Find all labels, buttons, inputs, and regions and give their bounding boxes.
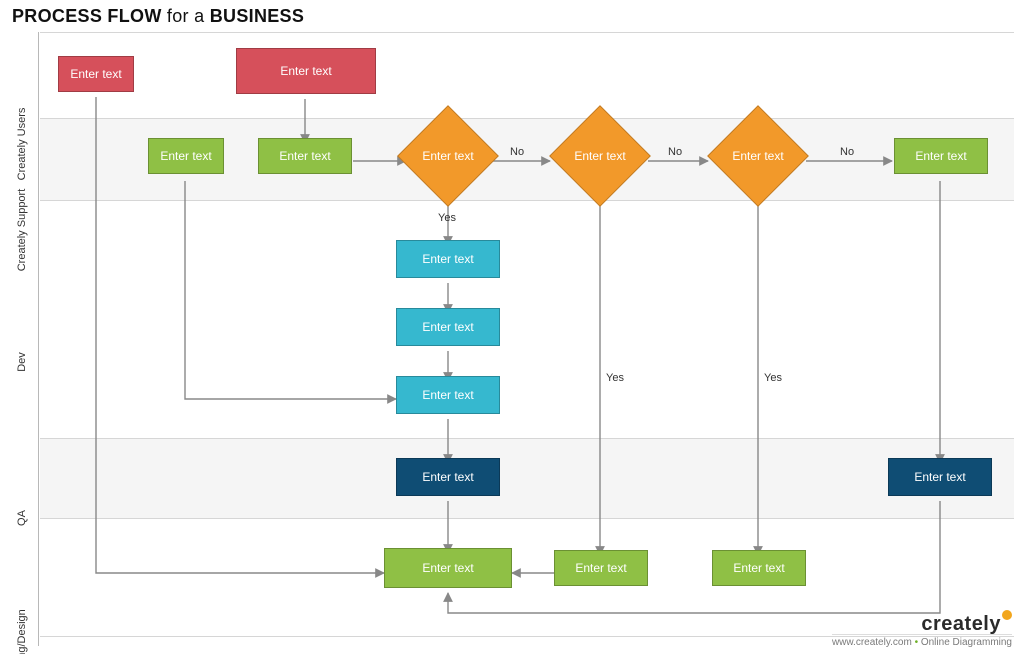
node-u1[interactable]: Enter text [58,56,134,92]
node-u2[interactable]: Enter text [236,48,376,94]
label-d3-no: No [840,146,854,158]
node-qa2[interactable]: Enter text [888,458,992,496]
node-s3[interactable]: Enter text [894,138,988,174]
footer-tagline: www.creately.com • Online Diagramming [832,634,1012,648]
lane-dev: Dev [16,352,28,372]
creately-logo: creately [832,613,1012,636]
node-d2[interactable]: Enter text [550,106,650,206]
label-d1-no: No [510,146,524,158]
node-dev1[interactable]: Enter text [396,240,500,278]
flow-canvas: Enter text Enter text Enter text Enter t… [40,32,1014,646]
node-m3[interactable]: Enter text [712,550,806,586]
lane-creately-users: Creately Users [16,108,28,181]
node-dev3[interactable]: Enter text [396,376,500,414]
node-dev2[interactable]: Enter text [396,308,500,346]
lane-creately-support: Creately Support [16,189,28,272]
node-d1[interactable]: Enter text [398,106,498,206]
page-title: PROCESS FLOW for a BUSINESS [12,6,304,27]
node-m2[interactable]: Enter text [554,550,648,586]
node-d3[interactable]: Enter text [708,106,808,206]
lane-qa: QA [16,510,28,526]
footer-branding: creately www.creately.com • Online Diagr… [832,613,1012,648]
node-m1[interactable]: Enter text [384,548,512,588]
lightbulb-icon [1002,610,1012,620]
label-d2-no: No [668,146,682,158]
label-d2-yes: Yes [606,372,624,384]
node-s2[interactable]: Enter text [258,138,352,174]
swimlane-labels: Creately Users Creately Support Dev QA M… [8,32,39,646]
label-d3-yes: Yes [764,372,782,384]
label-d1-yes: Yes [438,212,456,224]
node-s1[interactable]: Enter text [148,138,224,174]
node-qa1[interactable]: Enter text [396,458,500,496]
connectors [40,32,1014,646]
lane-marketing-design: Marketing/Design [16,609,28,654]
